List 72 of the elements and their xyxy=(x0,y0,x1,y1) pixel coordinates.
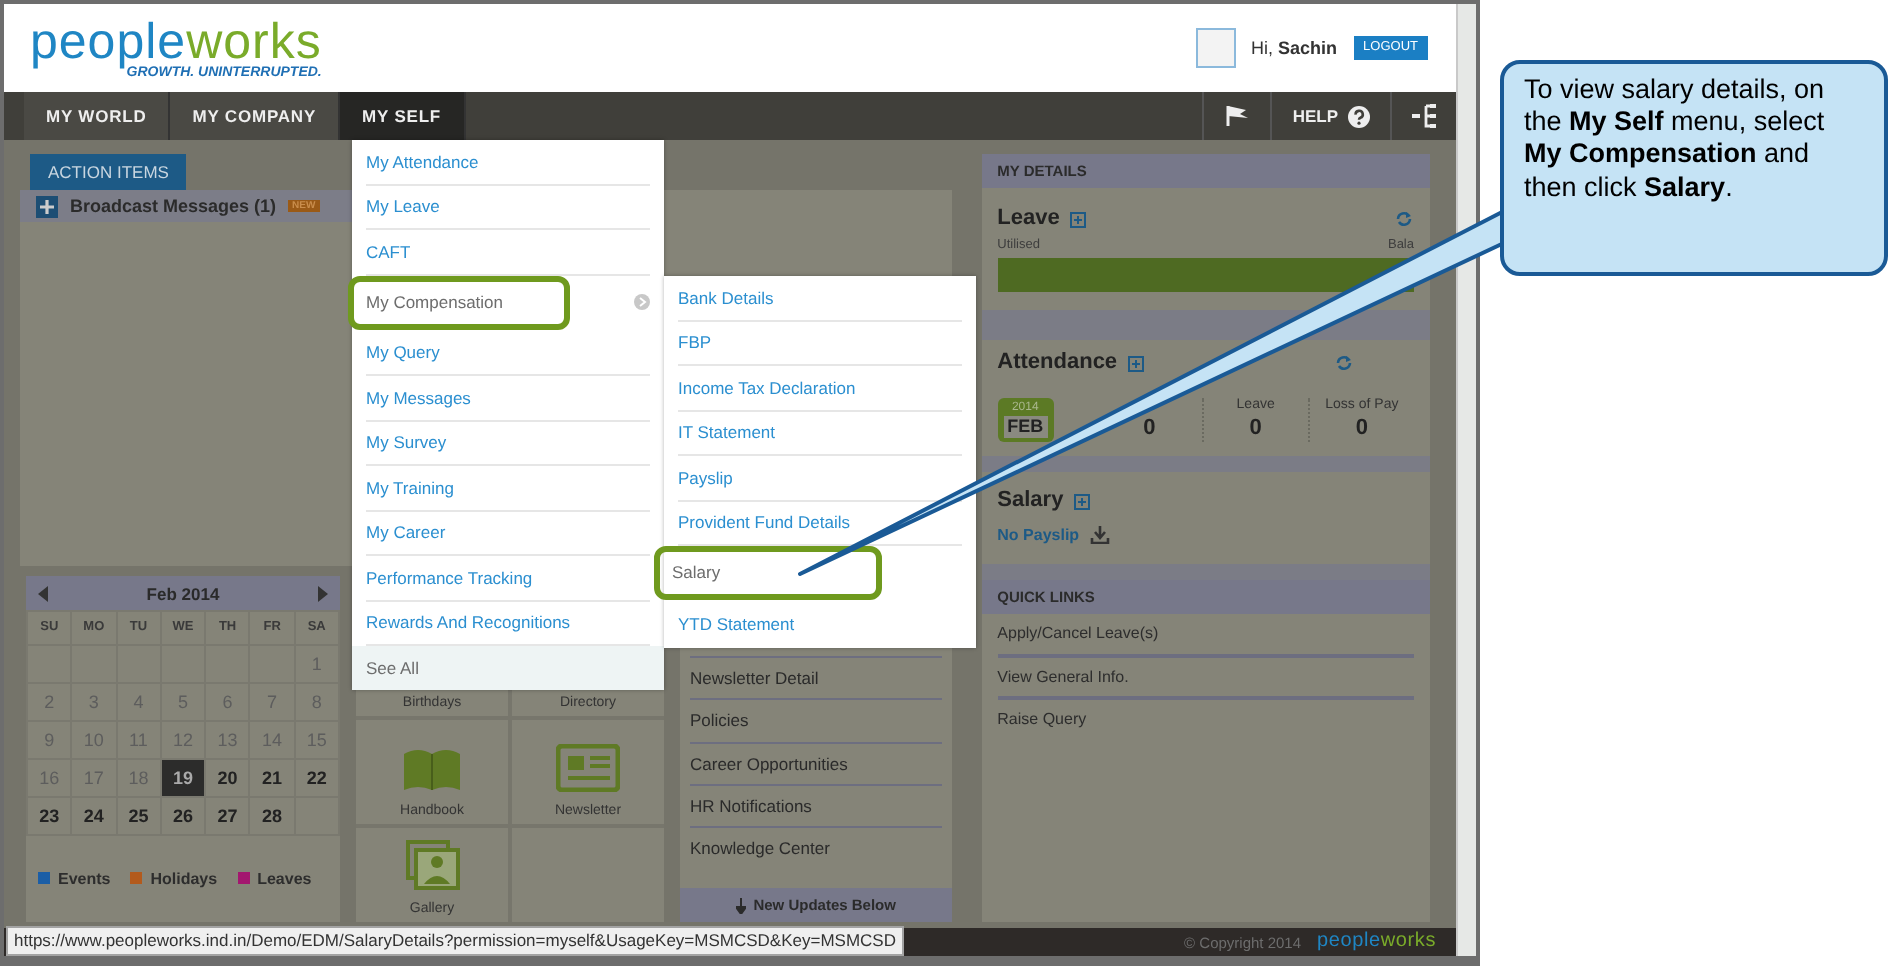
help-icon xyxy=(1348,105,1370,127)
day-cell[interactable]: 24 xyxy=(72,797,116,834)
calendar-month: Feb 2014 xyxy=(146,583,220,604)
card-title: Salary xyxy=(997,488,1064,515)
update-link[interactable]: Policies xyxy=(690,698,942,742)
menu-item[interactable]: Performance Tracking xyxy=(366,556,533,599)
menu-item[interactable]: My Attendance xyxy=(366,140,479,183)
stat-value: 0 xyxy=(1355,415,1368,442)
status-url-tooltip: https://www.peopleworks.ind.in/Demo/EDM/SalaryDetails?permission=myself&UsageKey=MSMCSD&Key=MSMCSD xyxy=(6,926,904,956)
menu-item[interactable]: CAFT xyxy=(366,230,411,273)
payslip-link[interactable]: No Payslip xyxy=(997,526,1080,546)
menu-item[interactable]: Income Tax Declaration xyxy=(678,366,856,409)
card-title: Attendance xyxy=(997,350,1118,377)
day-cell[interactable]: 27 xyxy=(206,797,249,834)
legend-label: Events xyxy=(58,869,111,889)
next-icon[interactable] xyxy=(315,585,328,602)
menu-item[interactable]: Payslip xyxy=(678,456,733,499)
stat-value: 0 xyxy=(1249,415,1262,442)
stat-value: 0 xyxy=(1143,416,1156,443)
day-cell[interactable]: 26 xyxy=(161,797,205,834)
book-icon xyxy=(402,745,462,792)
menu-item[interactable]: My Query xyxy=(366,331,440,374)
callout-text: To view salary details, on the My Self menu, select My Compensation and then click Salary. xyxy=(1500,60,1888,276)
menu-item[interactable]: FBP xyxy=(678,321,712,364)
menu-item[interactable]: My Compensation xyxy=(348,275,570,329)
menu-item[interactable]: My Career xyxy=(366,511,446,554)
quick-link[interactable]: Apply/Cancel Leave(s) xyxy=(997,614,1414,658)
day-cell[interactable]: 23 xyxy=(28,797,71,834)
nav-tab[interactable]: MY COMPANY xyxy=(170,92,341,140)
greeting: Hi, Sachin xyxy=(1251,37,1338,59)
download-icon[interactable] xyxy=(1089,526,1110,545)
menu-item[interactable]: Provident Fund Details xyxy=(678,501,850,544)
menu-item[interactable]: My Messages xyxy=(366,376,471,419)
day-cell[interactable]: 22 xyxy=(295,759,338,796)
broadcast-title[interactable]: Broadcast Messages (1) xyxy=(70,195,277,218)
update-link[interactable]: HR Notifications xyxy=(690,783,942,826)
menu-item[interactable]: Rewards And Recognitions xyxy=(366,601,571,644)
update-link[interactable]: Knowledge Center xyxy=(690,825,942,869)
day-cell[interactable]: 21 xyxy=(250,759,294,796)
previous-icon[interactable] xyxy=(38,585,50,602)
menu-item[interactable]: My Leave xyxy=(366,185,440,228)
legend-label: Holidays xyxy=(150,869,218,889)
quick-link[interactable]: View General Info. xyxy=(997,657,1414,701)
newspaper-icon xyxy=(556,743,620,792)
refresh-icon[interactable] xyxy=(1334,354,1354,373)
refresh-icon[interactable] xyxy=(1394,210,1414,229)
avatar xyxy=(1195,28,1236,68)
tree-icon xyxy=(1412,104,1436,128)
down-arrow-icon xyxy=(735,897,746,913)
menu-item[interactable]: My Training xyxy=(366,466,454,509)
menu-item[interactable]: YTD Statement xyxy=(678,602,795,647)
today-cell[interactable]: 19 xyxy=(161,759,205,796)
nav-tab[interactable]: MY WORLD xyxy=(24,92,171,140)
update-link[interactable]: Newsletter Detail xyxy=(690,656,942,699)
card-title: Leave xyxy=(997,206,1060,233)
legend-label: Leaves xyxy=(257,869,312,889)
flag-icon xyxy=(1224,104,1251,128)
scrollbar[interactable] xyxy=(1456,4,1476,956)
menu-item[interactable]: IT Statement xyxy=(678,411,776,454)
see-all-link[interactable]: See All xyxy=(352,646,664,690)
quick-link[interactable]: Raise Query xyxy=(997,700,1414,740)
menu-item[interactable]: My Survey xyxy=(366,421,447,464)
nav-tab[interactable]: MY SELF xyxy=(340,92,466,140)
update-link[interactable]: Career Opportunities xyxy=(690,741,942,784)
day-cell[interactable]: 28 xyxy=(250,797,294,834)
footer-logo: peopleworks xyxy=(1317,930,1436,954)
day-cell[interactable]: 20 xyxy=(206,759,249,796)
month-label: FEB xyxy=(1003,416,1048,439)
action-items-tab[interactable]: ACTION ITEMS xyxy=(30,154,187,191)
gallery-icon xyxy=(405,839,459,890)
day-cell[interactable]: 25 xyxy=(117,797,160,834)
menu-item[interactable]: Bank Details xyxy=(678,276,774,319)
